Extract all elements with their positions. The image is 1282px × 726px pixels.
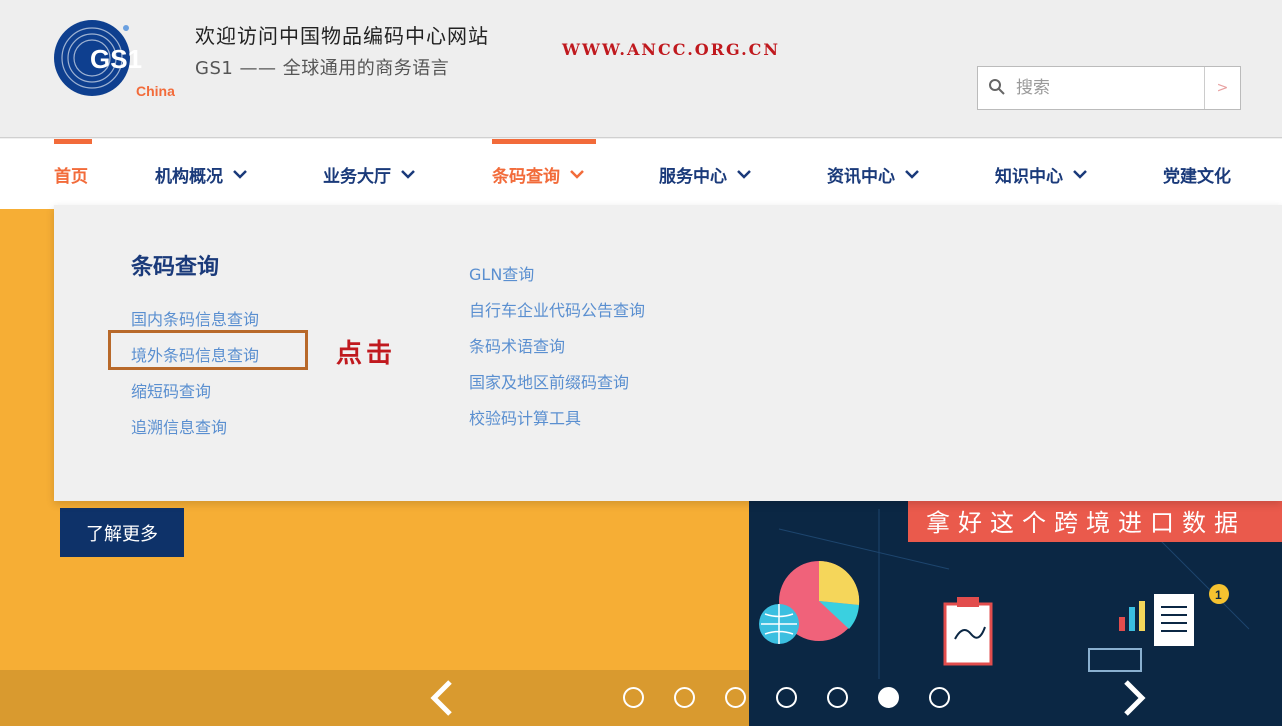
learn-more-button[interactable]: 了解更多 (60, 508, 184, 557)
gs1-logo[interactable]: GS1 China (52, 18, 187, 103)
nav-item-business[interactable]: 业务大厅 (323, 139, 417, 209)
tagline: GS1 —— 全球通用的商务语言 (195, 58, 450, 79)
carousel-dot[interactable] (776, 687, 797, 708)
site-url: WWW.ANCC.ORG.CN (562, 40, 781, 59)
nav-label: 资讯中心 (827, 166, 895, 187)
nav-label: 首页 (54, 166, 88, 187)
chevron-down-icon (737, 170, 751, 179)
nav-label: 服务中心 (659, 166, 727, 187)
site-header: GS1 China 欢迎访问中国物品编码中心网站 GS1 —— 全球通用的商务语… (0, 0, 1282, 138)
carousel-dot[interactable] (827, 687, 848, 708)
link-gln-query[interactable]: GLN查询 (469, 257, 645, 293)
document-icon (1088, 594, 1194, 672)
nav-label: 机构概况 (155, 166, 223, 187)
nav-item-knowledge[interactable]: 知识中心 (995, 139, 1089, 209)
dropdown-column-1: 国内条码信息查询 境外条码信息查询 缩短码查询 追溯信息查询 (131, 302, 259, 446)
nav-item-about[interactable]: 机构概况 (155, 139, 249, 209)
dropdown-column-2: GLN查询 自行车企业代码公告查询 条码术语查询 国家及地区前缀码查询 校验码计… (469, 257, 645, 437)
clipboard-icon (943, 597, 993, 666)
nav-label: 业务大厅 (323, 166, 391, 187)
chevron-down-icon (570, 170, 584, 179)
carousel-dots (623, 687, 950, 708)
carousel-dot[interactable] (929, 687, 950, 708)
search-input[interactable] (1016, 75, 1176, 101)
search-icon (989, 79, 1005, 95)
globe-icon (759, 604, 799, 644)
chevron-down-icon (401, 170, 415, 179)
link-bicycle-code-query[interactable]: 自行车企业代码公告查询 (469, 293, 645, 329)
annotation-highlight-box (108, 330, 308, 370)
main-nav: 首页 机构概况 业务大厅 条码查询 服务中心 资讯中心 知识中心 党建文化 (0, 139, 1282, 209)
chevron-down-icon (905, 170, 919, 179)
nav-label: 党建文化 (1163, 166, 1231, 187)
search-box: > (977, 66, 1241, 110)
nav-item-home[interactable]: 首页 (54, 139, 92, 209)
search-button[interactable]: > (1204, 67, 1240, 109)
carousel-next-icon[interactable] (1120, 678, 1148, 718)
link-traceability-query[interactable]: 追溯信息查询 (131, 410, 259, 446)
nav-item-party[interactable]: 党建文化 (1163, 139, 1231, 209)
carousel-dot[interactable] (623, 687, 644, 708)
chevron-down-icon (1073, 170, 1087, 179)
nav-label: 知识中心 (995, 166, 1063, 187)
carousel-prev-icon[interactable] (428, 678, 456, 718)
nav-item-news[interactable]: 资讯中心 (827, 139, 921, 209)
svg-text:1: 1 (1215, 588, 1222, 602)
carousel-dot[interactable] (725, 687, 746, 708)
link-short-code-query[interactable]: 缩短码查询 (131, 374, 259, 410)
carousel-dot-active[interactable] (878, 687, 899, 708)
carousel-dot[interactable] (674, 687, 695, 708)
chevron-down-icon (233, 170, 247, 179)
link-check-digit-tool[interactable]: 校验码计算工具 (469, 401, 645, 437)
dropdown-title: 条码查询 (131, 255, 220, 280)
banner-slogan: 拿好这个跨境进口数据 (908, 498, 1282, 542)
annotation-click-label: 点击 (336, 339, 397, 369)
logo-sub: China (136, 83, 175, 99)
welcome-text: 欢迎访问中国物品编码中心网站 (195, 24, 489, 48)
logo-text: GS1 (90, 44, 142, 74)
link-barcode-terms-query[interactable]: 条码术语查询 (469, 329, 645, 365)
nav-item-service[interactable]: 服务中心 (659, 139, 753, 209)
nav-item-barcode-query[interactable]: 条码查询 (492, 139, 596, 209)
link-country-prefix-query[interactable]: 国家及地区前缀码查询 (469, 365, 645, 401)
nav-label: 条码查询 (492, 166, 560, 187)
